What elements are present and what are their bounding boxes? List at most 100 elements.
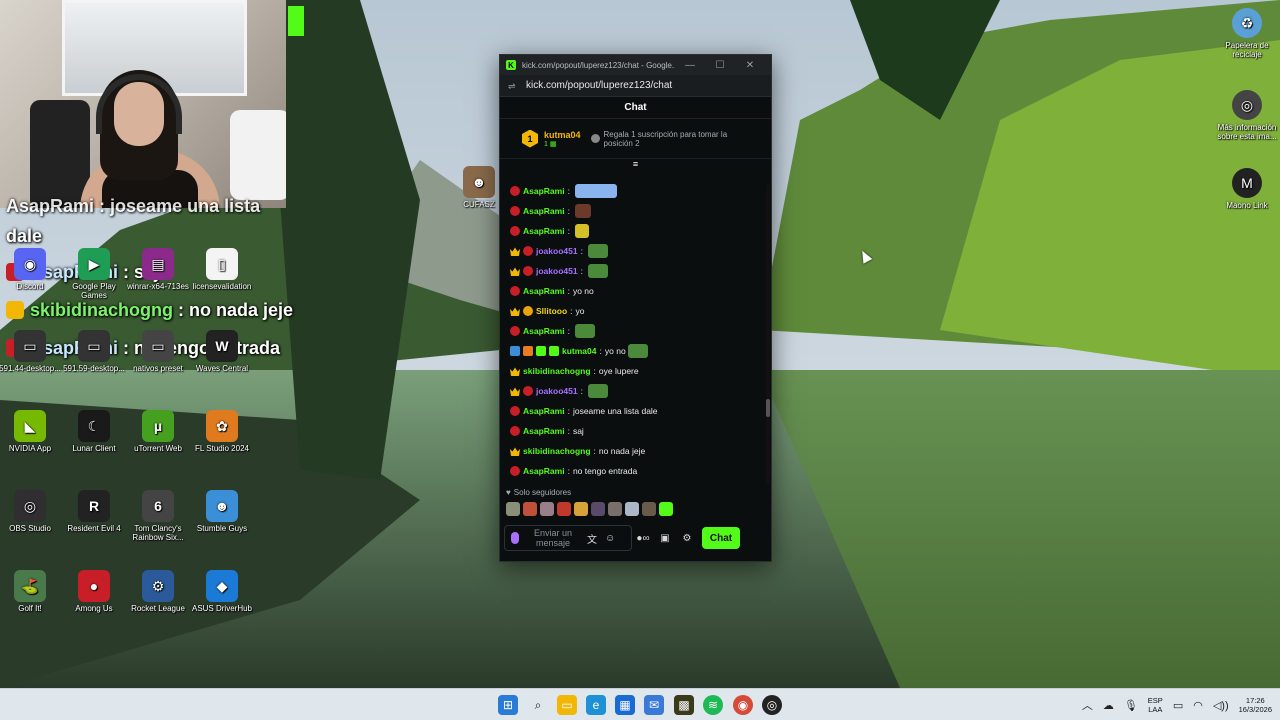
chat-message[interactable]: skibidinachogng: no nada jeje bbox=[510, 441, 771, 461]
send-chat-button[interactable]: Chat bbox=[702, 527, 740, 549]
chat-message[interactable]: AsapRami: saj bbox=[510, 421, 771, 441]
emote-thumbnail-icon[interactable] bbox=[523, 502, 537, 516]
settings-gear-icon[interactable]: ⚙ bbox=[676, 533, 698, 544]
desktop-icon[interactable]: ♻ Papelera de reciclaje bbox=[1212, 8, 1280, 59]
chat-username[interactable]: AsapRami bbox=[523, 466, 565, 476]
maximize-button[interactable]: ☐ bbox=[705, 60, 735, 71]
chat-popup-window[interactable]: K kick.com/popout/luperez123/chat - Goog… bbox=[499, 54, 772, 562]
chat-message-list[interactable]: AsapRami: AsapRami: AsapRami: joakoo451: joa… bbox=[500, 181, 771, 481]
desktop-icon[interactable]: ⛳ Golf It! bbox=[0, 570, 63, 613]
gift-icon[interactable]: ▣ bbox=[654, 533, 676, 544]
chat-username[interactable]: joakoo451 bbox=[536, 386, 578, 396]
chat-message[interactable]: AsapRami: no tengo entrada bbox=[510, 461, 771, 481]
chat-username[interactable]: AsapRami bbox=[523, 406, 565, 416]
chat-message[interactable]: joakoo451: bbox=[510, 241, 771, 261]
emote-thumbnail-icon[interactable] bbox=[608, 502, 622, 516]
windows-start-icon[interactable]: ⊞ bbox=[498, 695, 518, 715]
desktop-icon[interactable]: R Resident Evil 4 bbox=[61, 490, 127, 533]
chat-username[interactable]: AsapRami bbox=[523, 326, 565, 336]
network-cloud-icon[interactable]: ☁ bbox=[1103, 699, 1114, 712]
sub-leaderboard[interactable]: 1 kutma04 1 ▦ Regala 1 suscripción para … bbox=[500, 119, 771, 159]
chat-message[interactable]: joakoo451: bbox=[510, 381, 771, 401]
chat-username[interactable]: AsapRami bbox=[523, 226, 565, 236]
desktop-icon[interactable]: ☻ Stumble Guys bbox=[189, 490, 255, 533]
outlook-icon[interactable]: ✉ bbox=[644, 695, 664, 715]
leader-username[interactable]: kutma04 bbox=[544, 130, 581, 140]
chat-scrollbar[interactable] bbox=[766, 185, 770, 485]
microphone-tray-icon[interactable]: 🎙 bbox=[1124, 699, 1138, 712]
desktop-icon[interactable]: µ uTorrent Web bbox=[125, 410, 191, 453]
close-button[interactable]: ✕ bbox=[735, 60, 765, 71]
volume-icon[interactable]: ◁)) bbox=[1213, 699, 1229, 712]
emote-thumbnail-icon[interactable] bbox=[540, 502, 554, 516]
minecraft-icon[interactable]: ▩ bbox=[674, 695, 694, 715]
address-url[interactable]: kick.com/popout/luperez123/chat bbox=[526, 80, 672, 91]
chat-message[interactable]: AsapRami: joseame una lista dale bbox=[510, 401, 771, 421]
desktop-icon[interactable]: ◎ OBS Studio bbox=[0, 490, 63, 533]
microphone-icon[interactable] bbox=[511, 532, 519, 544]
users-icon[interactable]: ●∞ bbox=[632, 533, 654, 544]
scrollbar-thumb[interactable] bbox=[766, 399, 770, 417]
chat-message[interactable]: AsapRami: bbox=[510, 221, 771, 241]
desktop-icon[interactable]: ▶ Google Play Games bbox=[61, 248, 127, 300]
window-titlebar[interactable]: K kick.com/popout/luperez123/chat - Goog… bbox=[500, 55, 771, 75]
desktop-icon[interactable]: ◎ Más información sobre esta ima... bbox=[1212, 90, 1280, 141]
emote-thumbnail-icon[interactable] bbox=[659, 502, 673, 516]
chrome-icon[interactable]: ◉ bbox=[733, 695, 753, 715]
address-bar[interactable]: ⇌ kick.com/popout/luperez123/chat bbox=[500, 75, 771, 97]
desktop-icon[interactable]: ⚙ Rocket League bbox=[125, 570, 191, 613]
chat-username[interactable]: AsapRami bbox=[523, 426, 565, 436]
chat-username[interactable]: AsapRami bbox=[523, 206, 565, 216]
emote-thumbnail-icon[interactable] bbox=[625, 502, 639, 516]
desktop-icon[interactable]: ▯ licensevalidation bbox=[189, 248, 255, 291]
show-hidden-icons-icon[interactable]: ︿ bbox=[1082, 697, 1093, 713]
desktop-icon[interactable]: ▭ nativos preset bbox=[125, 330, 191, 373]
desktop-icon[interactable]: ◉ Discord bbox=[0, 248, 63, 291]
chat-message[interactable]: kutma04: yo no bbox=[510, 341, 771, 361]
emote-thumbnail-icon[interactable] bbox=[642, 502, 656, 516]
emote-thumbnail-icon[interactable] bbox=[506, 502, 520, 516]
desktop-icon[interactable]: ▤ winrar-x64-713es bbox=[125, 248, 191, 291]
file-explorer-icon[interactable]: ▭ bbox=[557, 695, 577, 715]
desktop-icon[interactable]: ◆ ASUS DriverHub bbox=[189, 570, 255, 613]
search-icon[interactable]: ⌕ bbox=[528, 695, 548, 715]
chat-message[interactable]: AsapRami: bbox=[510, 181, 771, 201]
chat-username[interactable]: AsapRami bbox=[523, 286, 565, 296]
chat-username[interactable]: joakoo451 bbox=[536, 266, 578, 276]
desktop-icon[interactable]: W Waves Central bbox=[189, 330, 255, 373]
desktop-icon[interactable]: ▭ 591.44-desktop... bbox=[0, 330, 63, 373]
chat-username[interactable]: kutma04 bbox=[562, 346, 597, 356]
spotify-icon[interactable]: ≋ bbox=[703, 695, 723, 715]
emoji-icon[interactable]: ☺ bbox=[605, 533, 615, 544]
chat-message[interactable]: joakoo451: bbox=[510, 261, 771, 281]
desktop-icon[interactable]: ● Among Us bbox=[61, 570, 127, 613]
chat-message-input[interactable]: Enviar un mensaje 文 ☺ bbox=[504, 525, 632, 551]
minimize-button[interactable]: — bbox=[675, 60, 705, 71]
chat-message[interactable]: Sllitooo: yo bbox=[510, 301, 771, 321]
display-icon[interactable]: ▭ bbox=[1173, 699, 1183, 712]
desktop-icon[interactable]: ☾ Lunar Client bbox=[61, 410, 127, 453]
desktop-icon[interactable]: ✿ FL Studio 2024 bbox=[189, 410, 255, 453]
collapse-pinned-icon[interactable]: ≡ bbox=[500, 159, 771, 169]
chat-message[interactable]: AsapRami: yo no bbox=[510, 281, 771, 301]
translate-icon[interactable]: 文 bbox=[587, 531, 597, 546]
site-info-icon[interactable]: ⇌ bbox=[508, 81, 518, 91]
chat-username[interactable]: skibidinachogng bbox=[523, 446, 591, 456]
chat-username[interactable]: joakoo451 bbox=[536, 246, 578, 256]
chat-message[interactable]: AsapRami: bbox=[510, 201, 771, 221]
emote-thumbnail-icon[interactable] bbox=[574, 502, 588, 516]
chat-message[interactable]: AsapRami: bbox=[510, 321, 771, 341]
edge-icon[interactable]: e bbox=[586, 695, 606, 715]
desktop-icon[interactable]: M Maono Link bbox=[1212, 168, 1280, 210]
store-icon[interactable]: ▦ bbox=[615, 695, 635, 715]
desktop-icon[interactable]: 6 Tom Clancy's Rainbow Six... bbox=[125, 490, 191, 542]
chat-username[interactable]: Sllitooo bbox=[536, 306, 567, 316]
desktop-icon[interactable]: ▭ 591.59-desktop... bbox=[61, 330, 127, 373]
language-indicator[interactable]: ESP LAA bbox=[1148, 696, 1163, 714]
desktop-icon[interactable]: ◣ NVIDIA App bbox=[0, 410, 63, 453]
chat-username[interactable]: AsapRami bbox=[523, 186, 565, 196]
clock[interactable]: 17:26 16/3/2026 bbox=[1239, 696, 1272, 714]
emote-thumbnail-icon[interactable] bbox=[557, 502, 571, 516]
obs-taskbar-icon[interactable]: ◎ bbox=[762, 695, 782, 715]
wifi-icon[interactable]: ◠ bbox=[1193, 699, 1203, 712]
